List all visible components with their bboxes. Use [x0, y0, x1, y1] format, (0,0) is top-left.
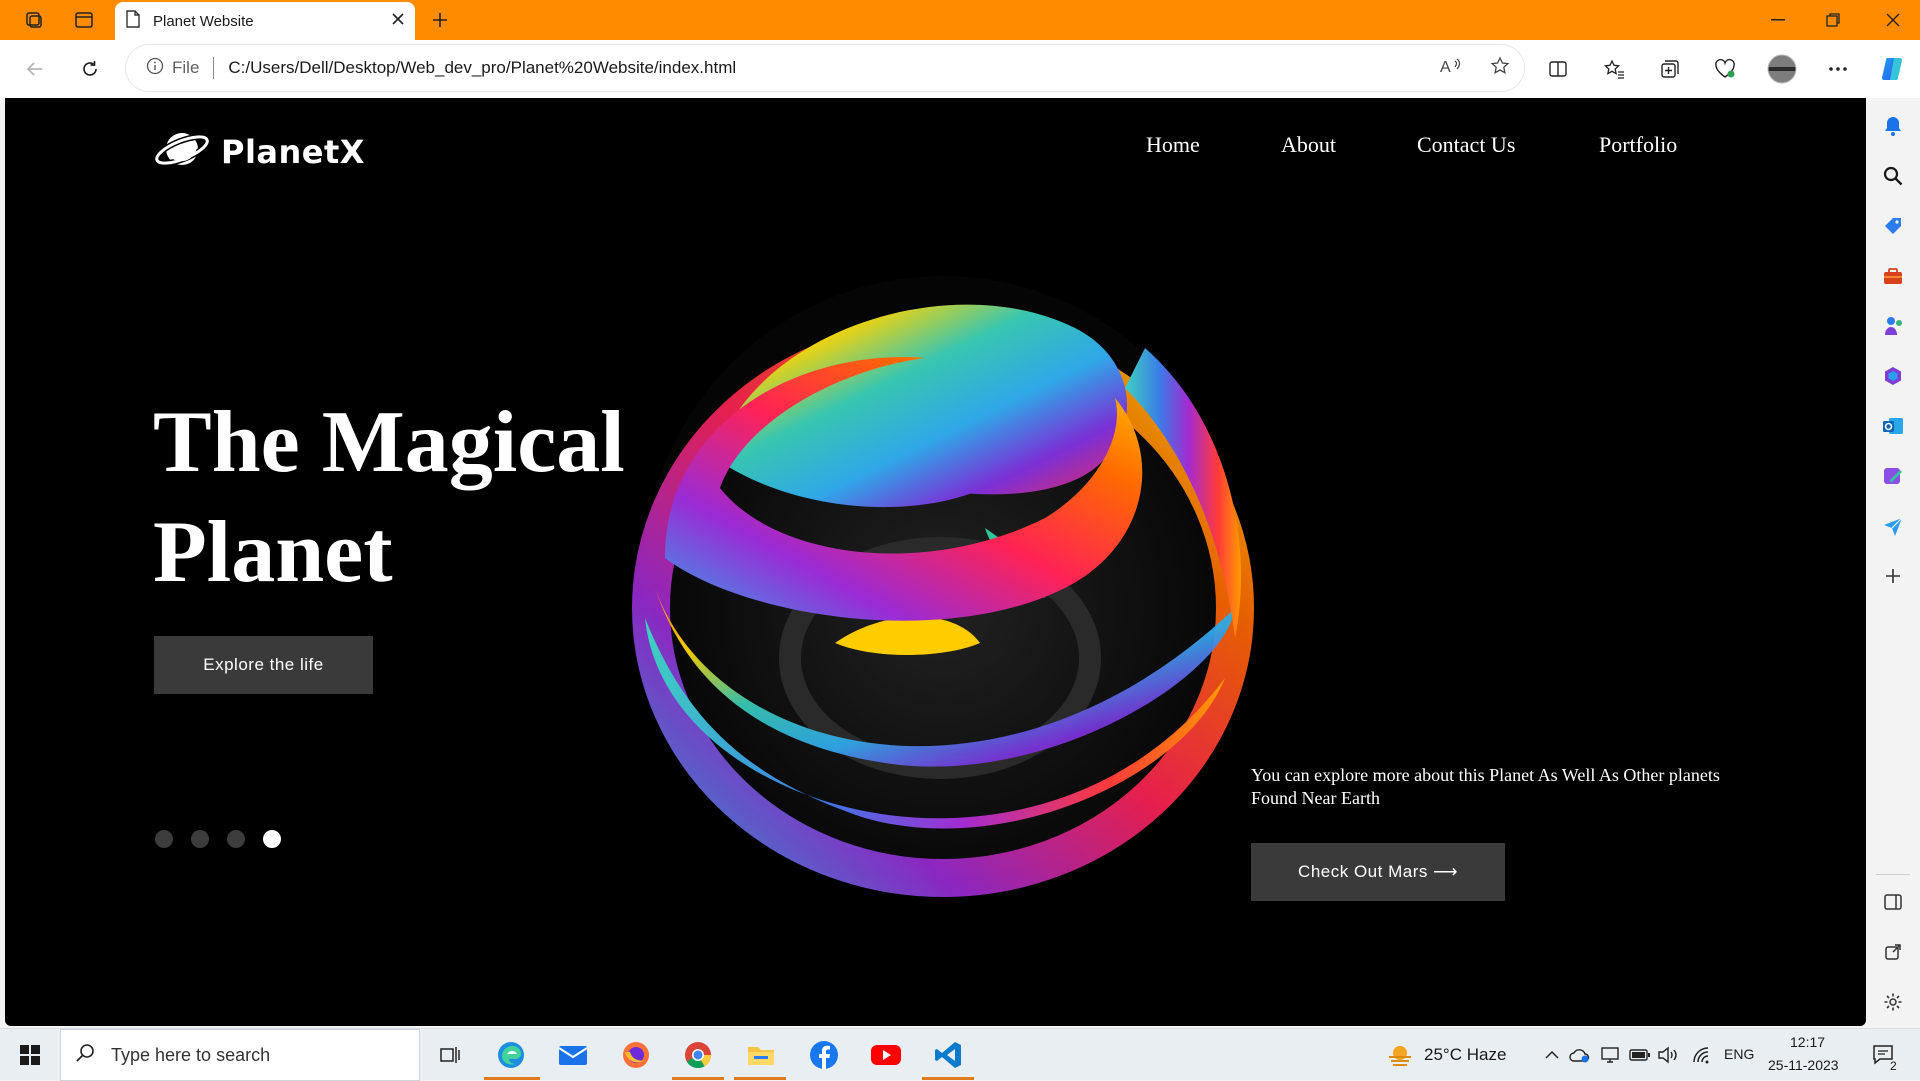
split-screen-icon[interactable] — [1538, 49, 1578, 89]
site-logo[interactable]: PlanetX — [153, 126, 365, 177]
favorite-star-icon[interactable] — [1490, 55, 1510, 81]
games-icon[interactable] — [1879, 312, 1907, 340]
description-text: You can explore more about this Planet A… — [1251, 765, 1720, 808]
wifi-icon[interactable] — [1684, 1037, 1720, 1073]
outlook-icon[interactable] — [1879, 412, 1907, 440]
rainbow-planet-image — [632, 276, 1254, 897]
edge-taskbar-icon[interactable] — [493, 1037, 529, 1073]
check-out-mars-button[interactable]: Check Out Mars ⟶ — [1251, 843, 1505, 901]
vscode-icon[interactable] — [930, 1037, 966, 1073]
tab-title: Planet Website — [153, 12, 254, 30]
slider-dot-2[interactable] — [191, 830, 209, 848]
hero-title-line1: The Magical — [153, 394, 625, 491]
notification-bell-icon[interactable] — [1879, 112, 1907, 140]
address-separator — [213, 57, 215, 79]
search-placeholder: Type here to search — [111, 1044, 271, 1065]
hero-title: The Magical Planet — [153, 388, 625, 608]
refresh-icon[interactable] — [70, 49, 110, 89]
page-icon — [125, 9, 141, 33]
weather-haze-icon[interactable] — [1382, 1037, 1418, 1073]
hero-title-line2: Planet — [153, 504, 393, 601]
open-external-icon[interactable] — [1879, 938, 1907, 966]
clock-time[interactable]: 12:17 — [1790, 1034, 1825, 1050]
file-label: File — [172, 58, 200, 77]
planet-logo-icon — [153, 126, 211, 177]
collections-icon[interactable] — [1650, 49, 1690, 89]
slider-dot-3[interactable] — [227, 830, 245, 848]
volume-icon[interactable] — [1650, 1037, 1686, 1073]
mail-icon[interactable] — [555, 1037, 591, 1073]
svg-text:A: A — [1440, 59, 1451, 75]
slider-dot-4-active[interactable] — [263, 830, 281, 848]
workspaces-icon[interactable] — [14, 0, 54, 40]
slider-dot-1[interactable] — [155, 830, 173, 848]
magnifier-icon — [75, 1042, 97, 1069]
tools-icon[interactable] — [1879, 262, 1907, 290]
designer-icon[interactable] — [1879, 462, 1907, 490]
address-bar[interactable]: File C:/Users/Dell/Desktop/Web_dev_pro/P… — [126, 45, 1524, 91]
tab-actions-icon[interactable] — [64, 0, 104, 40]
minimize-icon[interactable] — [1750, 0, 1805, 40]
back-icon[interactable] — [15, 49, 55, 89]
nav-home[interactable]: Home — [1146, 132, 1200, 158]
tab-planet-website[interactable]: Planet Website — [115, 2, 415, 40]
chrome-icon[interactable] — [680, 1037, 716, 1073]
webpage-viewport: PlanetX Home About Contact Us Portfolio — [5, 98, 1866, 1026]
firefox-icon[interactable] — [618, 1037, 654, 1073]
explore-button[interactable]: Explore the life — [154, 636, 373, 694]
sidebar-settings-gear-icon[interactable] — [1879, 988, 1907, 1016]
language-indicator[interactable]: ENG — [1724, 1046, 1754, 1062]
nav-portfolio[interactable]: Portfolio — [1599, 132, 1677, 158]
sidebar-divider — [1876, 874, 1910, 875]
file-explorer-icon[interactable] — [743, 1037, 779, 1073]
search-icon[interactable] — [1879, 162, 1907, 190]
browser-titlebar: Planet Website — [0, 0, 1920, 40]
notification-count-badge: 2 — [1890, 1059, 1897, 1073]
weather-text[interactable]: 25°C Haze — [1424, 1045, 1506, 1065]
nav-contact-us[interactable]: Contact Us — [1417, 132, 1515, 158]
copilot-icon[interactable] — [1873, 49, 1913, 89]
send-icon[interactable] — [1879, 512, 1907, 540]
windows-start-icon[interactable] — [12, 1037, 48, 1073]
browser-essentials-icon[interactable] — [1705, 49, 1745, 89]
new-tab-icon[interactable] — [420, 0, 460, 40]
more-options-icon[interactable] — [1818, 49, 1858, 89]
info-icon[interactable] — [146, 57, 164, 80]
taskbar-search-box[interactable]: Type here to search — [60, 1029, 420, 1081]
favorites-icon[interactable] — [1594, 49, 1634, 89]
browser-toolbar: File C:/Users/Dell/Desktop/Web_dev_pro/P… — [0, 40, 1920, 98]
add-sidebar-app-icon[interactable] — [1879, 562, 1907, 590]
url-text[interactable]: C:/Users/Dell/Desktop/Web_dev_pro/Planet… — [228, 58, 736, 78]
microsoft-365-icon[interactable] — [1879, 362, 1907, 390]
edge-sidebar — [1866, 98, 1920, 1028]
close-tab-icon[interactable] — [391, 12, 405, 31]
profile-avatar[interactable] — [1762, 49, 1802, 89]
read-aloud-icon[interactable]: A — [1440, 57, 1462, 80]
shopping-tag-icon[interactable] — [1879, 212, 1907, 240]
nav-about[interactable]: About — [1281, 132, 1336, 158]
restore-icon[interactable] — [1805, 0, 1860, 40]
windows-taskbar: Type here to search 25°C Haze ENG 12:17 … — [0, 1028, 1920, 1081]
clock-date[interactable]: 25-11-2023 — [1768, 1057, 1839, 1073]
logo-text: PlanetX — [221, 132, 365, 171]
hide-sidebar-icon[interactable] — [1879, 888, 1907, 916]
task-view-icon[interactable] — [432, 1037, 468, 1073]
close-window-icon[interactable] — [1865, 0, 1920, 40]
youtube-icon[interactable] — [868, 1037, 904, 1073]
facebook-icon[interactable] — [806, 1037, 842, 1073]
